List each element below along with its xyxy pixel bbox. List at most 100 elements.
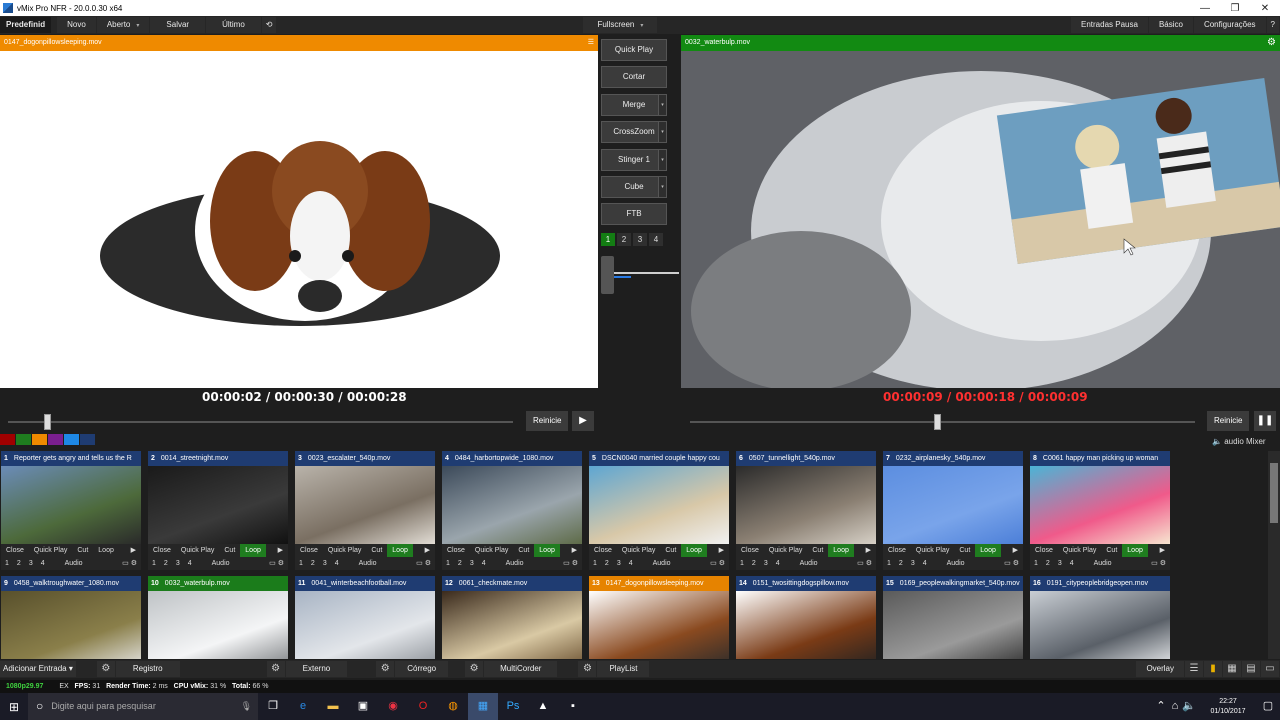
purple-chip[interactable]: [48, 434, 63, 445]
input-title[interactable]: 8 C0061 happy man picking up woman: [1030, 451, 1170, 466]
layer-4-button[interactable]: 4: [37, 557, 49, 570]
close-button[interactable]: ✕: [1250, 3, 1280, 14]
preview-restart-button[interactable]: Reinicie: [526, 411, 569, 431]
loop-button[interactable]: Loop: [975, 544, 1001, 557]
grid-view-icon[interactable]: ▦: [1223, 661, 1241, 677]
monitor-gear-icon[interactable]: ▭ ⚙: [1147, 557, 1170, 570]
recording-button[interactable]: Registro: [115, 661, 180, 677]
edge-icon[interactable]: e: [288, 693, 318, 720]
layer-1-button[interactable]: 1: [1030, 557, 1042, 570]
output-seek-handle[interactable]: [934, 414, 941, 430]
menu-save[interactable]: Salvar: [150, 17, 206, 33]
gear-icon[interactable]: ⚙: [465, 661, 484, 677]
layer-2-button[interactable]: 2: [748, 557, 760, 570]
play-icon[interactable]: ▶: [714, 544, 729, 557]
menu-open[interactable]: Aberto ▾: [96, 17, 150, 33]
input-tile[interactable]: 13 0147_dogonpillowsleeping.mov: [589, 576, 729, 659]
input-tile[interactable]: 1 Reporter gets angry and tells us the R C…: [1, 451, 141, 570]
close-input-button[interactable]: Close: [883, 544, 911, 557]
play-icon[interactable]: ▶: [420, 544, 435, 557]
input-title[interactable]: 11 0041_winterbeachfootball.mov: [295, 576, 435, 591]
overlay-button[interactable]: Overlay: [1136, 661, 1184, 677]
input-thumbnail[interactable]: [736, 466, 876, 544]
input-title[interactable]: 1 Reporter gets angry and tells us the R: [1, 451, 141, 466]
menu-icon[interactable]: ☰: [588, 35, 594, 51]
menu-last[interactable]: Último: [206, 17, 261, 33]
input-thumbnail[interactable]: [589, 591, 729, 659]
quick-play-input-button[interactable]: Quick Play: [1058, 544, 1101, 557]
input-tile[interactable]: 11 0041_winterbeachfootball.mov: [295, 576, 435, 659]
multiview-icon[interactable]: ▤: [1242, 661, 1260, 677]
input-tile[interactable]: 16 0191_citypeoplebridgeopen.mov: [1030, 576, 1170, 659]
app-icon[interactable]: ▪: [558, 693, 588, 720]
playlist-button[interactable]: PlayList: [597, 661, 650, 677]
cut-transition[interactable]: Cortar: [601, 66, 667, 89]
cut-input-button[interactable]: Cut: [807, 544, 828, 557]
play-icon[interactable]: ▶: [1008, 544, 1023, 557]
overlay-1-button[interactable]: 1: [601, 233, 615, 246]
chevron-down-icon[interactable]: ▾: [658, 94, 666, 115]
menu-preset[interactable]: Predefinid: [0, 17, 52, 33]
input-thumbnail[interactable]: [295, 466, 435, 544]
monitor-gear-icon[interactable]: ▭ ⚙: [118, 557, 141, 570]
lock-icon[interactable]: ▭: [1261, 661, 1279, 677]
layer-2-button[interactable]: 2: [307, 557, 319, 570]
gear-icon[interactable]: ⚙: [578, 661, 597, 677]
cut-input-button[interactable]: Cut: [954, 544, 975, 557]
play-icon[interactable]: ▶: [273, 544, 288, 557]
close-input-button[interactable]: Close: [295, 544, 323, 557]
gear-icon[interactable]: ⚙: [96, 661, 115, 677]
loop-button[interactable]: Loop: [93, 544, 119, 557]
layer-2-button[interactable]: 2: [160, 557, 172, 570]
input-tile[interactable]: 15 0169_peoplewalkingmarket_540p.mov: [883, 576, 1023, 659]
output-video[interactable]: [681, 51, 1280, 388]
input-title[interactable]: 9 0458_walktroughwater_1080.mov: [1, 576, 141, 591]
refresh-icon[interactable]: ⟲: [261, 17, 277, 33]
crosszoom-transition[interactable]: CrossZoom ▾: [601, 121, 667, 144]
quick-play-input-button[interactable]: Quick Play: [176, 544, 219, 557]
layer-4-button[interactable]: 4: [772, 557, 784, 570]
layer-4-button[interactable]: 4: [919, 557, 931, 570]
quick-play-transition[interactable]: Quick Play: [601, 39, 667, 61]
cut-input-button[interactable]: Cut: [1101, 544, 1122, 557]
layer-3-button[interactable]: 3: [172, 557, 184, 570]
layer-3-button[interactable]: 3: [1054, 557, 1066, 570]
input-tile[interactable]: 7 0232_airplanesky_540p.mov Close Quick Pla…: [883, 451, 1023, 570]
layer-1-button[interactable]: 1: [148, 557, 160, 570]
layer-2-button[interactable]: 2: [454, 557, 466, 570]
settings-button[interactable]: Configurações: [1193, 17, 1266, 33]
quick-play-input-button[interactable]: Quick Play: [470, 544, 513, 557]
close-input-button[interactable]: Close: [1030, 544, 1058, 557]
layer-4-button[interactable]: 4: [331, 557, 343, 570]
input-title[interactable]: 16 0191_citypeoplebridgeopen.mov: [1030, 576, 1170, 591]
input-thumbnail[interactable]: [1030, 591, 1170, 659]
close-input-button[interactable]: Close: [148, 544, 176, 557]
windows-start-icon[interactable]: ⊞: [0, 700, 28, 714]
play-icon[interactable]: ▶: [126, 544, 141, 557]
layer-4-button[interactable]: 4: [1066, 557, 1078, 570]
input-thumbnail[interactable]: [883, 466, 1023, 544]
input-title[interactable]: 13 0147_dogonpillowsleeping.mov: [589, 576, 729, 591]
cube-transition[interactable]: Cube ▾: [601, 175, 667, 198]
preview-seekbar[interactable]: [8, 421, 513, 423]
loop-button[interactable]: Loop: [534, 544, 560, 557]
orange-chip[interactable]: [32, 434, 47, 445]
layer-1-button[interactable]: 1: [883, 557, 895, 570]
loop-button[interactable]: Loop: [681, 544, 707, 557]
input-tile[interactable]: 8 C0061 happy man picking up woman Close Qu…: [1030, 451, 1170, 570]
input-title[interactable]: 5 DSCN0040 married couple happy cou: [589, 451, 729, 466]
vmix-taskbar-icon[interactable]: ▦: [468, 693, 498, 720]
quick-play-input-button[interactable]: Quick Play: [764, 544, 807, 557]
scrollbar-thumb[interactable]: [1270, 463, 1278, 523]
overlay-4-button[interactable]: 4: [649, 233, 663, 246]
audio-mixer-button[interactable]: 🔈 audio Mixer: [1212, 437, 1266, 446]
layer-1-button[interactable]: 1: [736, 557, 748, 570]
layer-4-button[interactable]: 4: [478, 557, 490, 570]
layer-3-button[interactable]: 3: [907, 557, 919, 570]
task-view-icon[interactable]: ❐: [258, 693, 288, 720]
input-tile[interactable]: 3 0023_escalater_540p.mov Close Quick Play C…: [295, 451, 435, 570]
input-thumbnail[interactable]: [442, 591, 582, 659]
inputs-scrollbar[interactable]: [1268, 451, 1280, 659]
output-pause-button[interactable]: ❚❚: [1254, 411, 1276, 431]
input-title[interactable]: 4 0484_harbortopwide_1080.mov: [442, 451, 582, 466]
